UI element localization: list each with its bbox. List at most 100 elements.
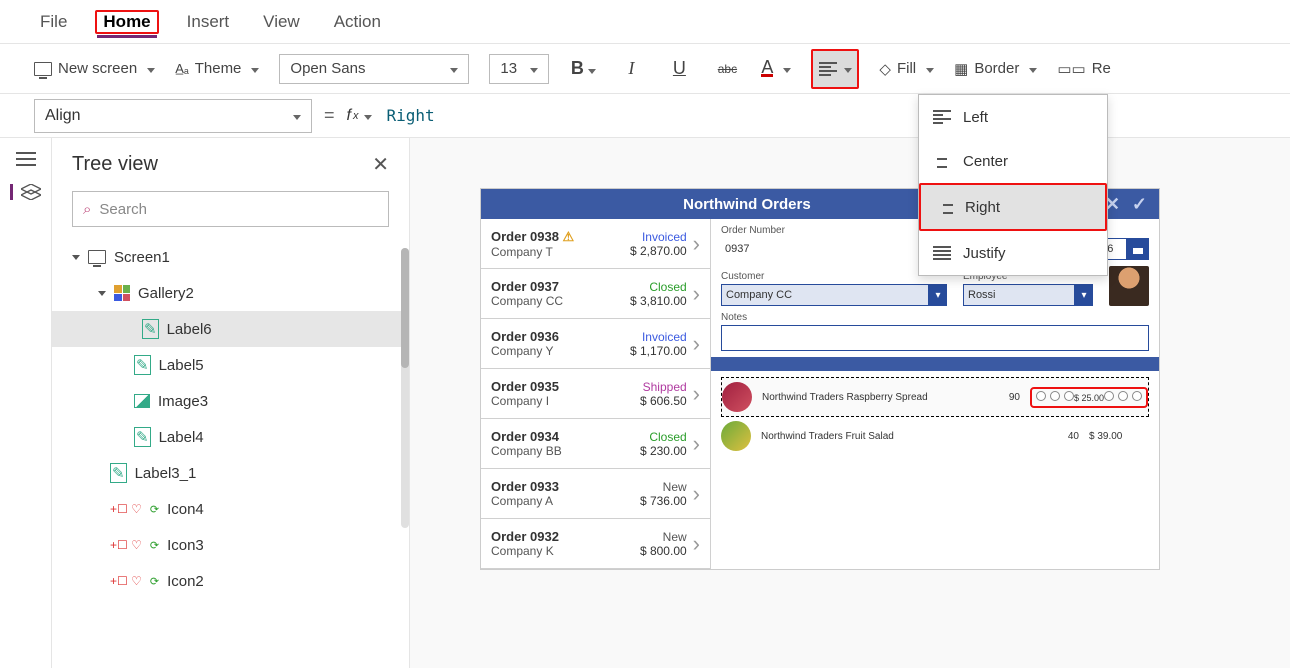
- tree-view-icon[interactable]: [10, 184, 41, 200]
- theme-label: Theme: [195, 60, 242, 77]
- order-row[interactable]: Order 0935Company IShipped$ 606.50›: [481, 369, 710, 419]
- menu-home[interactable]: Home: [97, 8, 156, 38]
- employee-select[interactable]: Rossi: [963, 284, 1075, 306]
- chevron-down-icon[interactable]: ▾: [1075, 284, 1093, 306]
- save-icon[interactable]: ✓: [1132, 194, 1147, 215]
- tree-icon3[interactable]: +☐⟳Icon3: [72, 527, 389, 563]
- strikethrough-button[interactable]: abc: [713, 55, 741, 83]
- customer-label: Customer: [721, 271, 947, 282]
- order-company: Company I: [491, 394, 640, 408]
- tree-label3-1[interactable]: Label3_1: [72, 455, 389, 491]
- bold-button[interactable]: B: [569, 55, 597, 83]
- tree-label: Label5: [159, 357, 204, 374]
- caret-icon: [98, 291, 106, 296]
- reorder-label: Re: [1092, 60, 1111, 77]
- order-name: Order 0938 ⚠: [491, 229, 630, 245]
- order-row[interactable]: Order 0933Company ANew$ 736.00›: [481, 469, 710, 519]
- item-price: $ 25.00: [1074, 393, 1104, 403]
- search-placeholder: Search: [99, 201, 147, 218]
- menu-file[interactable]: File: [34, 8, 73, 36]
- menu-action[interactable]: Action: [328, 8, 387, 36]
- tree-label4[interactable]: Label4: [72, 419, 389, 455]
- order-row[interactable]: Order 0937Company CCClosed$ 3,810.00›: [481, 269, 710, 319]
- tree-image3[interactable]: Image3: [72, 383, 389, 419]
- underline-button[interactable]: U: [665, 55, 693, 83]
- plus-icon: +☐: [110, 574, 142, 588]
- order-row[interactable]: Order 0938 ⚠Company TInvoiced$ 2,870.00›: [481, 219, 710, 269]
- chevron-down-icon: [840, 60, 852, 77]
- plus-icon: +☐: [110, 538, 142, 552]
- align-center-icon: [933, 154, 951, 168]
- tree-label: Icon3: [167, 537, 204, 554]
- caret-icon: [72, 255, 80, 260]
- order-amount: $ 2,870.00: [630, 244, 687, 258]
- order-status: Shipped: [640, 380, 687, 394]
- align-left[interactable]: Left: [919, 95, 1107, 139]
- order-status: Invoiced: [630, 330, 687, 344]
- property-select[interactable]: Align: [34, 99, 312, 133]
- scrollbar[interactable]: [401, 248, 409, 528]
- theme-button[interactable]: A̲ₐ Theme: [175, 60, 259, 77]
- font-color-button[interactable]: A: [761, 60, 791, 77]
- align-right[interactable]: Right: [921, 185, 1105, 229]
- align-justify-icon: [933, 246, 951, 260]
- font-size-select[interactable]: 13: [489, 54, 549, 84]
- order-row[interactable]: Order 0934Company BBClosed$ 230.00›: [481, 419, 710, 469]
- chevron-down-icon: [922, 60, 934, 77]
- order-row[interactable]: Order 0936Company YInvoiced$ 1,170.00›: [481, 319, 710, 369]
- line-item[interactable]: Northwind Traders Raspberry Spread90$ 25…: [721, 377, 1149, 417]
- item-qty: 90: [990, 392, 1020, 403]
- font-color-icon: A: [761, 60, 773, 77]
- highlight-home: Home: [95, 10, 158, 34]
- order-company: Company T: [491, 245, 630, 259]
- align-button[interactable]: [813, 51, 857, 87]
- tree-icon2[interactable]: +☐⟳Icon2: [72, 563, 389, 599]
- align-justify[interactable]: Justify: [919, 231, 1107, 275]
- fill-icon: ◇: [879, 60, 891, 78]
- order-row[interactable]: Order 0932Company KNew$ 800.00›: [481, 519, 710, 569]
- font-select[interactable]: Open Sans: [279, 54, 469, 84]
- menu-view[interactable]: View: [257, 8, 306, 36]
- hamburger-icon[interactable]: [16, 152, 36, 166]
- align-center[interactable]: Center: [919, 139, 1107, 183]
- chevron-down-icon[interactable]: ▾: [929, 284, 947, 306]
- chevron-down-icon: [289, 107, 301, 125]
- item-qty: 40: [1049, 431, 1079, 442]
- label-icon: [134, 355, 151, 375]
- italic-button[interactable]: I: [617, 55, 645, 83]
- order-status: Closed: [630, 280, 687, 294]
- tree-label: Label6: [167, 321, 212, 338]
- image-icon: [134, 394, 150, 408]
- order-company: Company CC: [491, 294, 630, 308]
- order-amount: $ 3,810.00: [630, 294, 687, 308]
- tree-screen1[interactable]: Screen1: [72, 239, 389, 275]
- order-company: Company Y: [491, 344, 630, 358]
- tree-gallery2[interactable]: Gallery2: [72, 275, 389, 311]
- tree-icon4[interactable]: +☐⟳Icon4: [72, 491, 389, 527]
- order-name: Order 0935: [491, 379, 640, 394]
- close-icon[interactable]: ✕: [372, 152, 389, 177]
- selected-label-handles[interactable]: $ 25.00: [1030, 387, 1148, 408]
- search-input[interactable]: ⌕ Search: [72, 191, 389, 227]
- align-left-label: Left: [963, 109, 988, 126]
- fill-button[interactable]: ◇ Fill: [879, 60, 934, 78]
- tree-label5[interactable]: Label5: [72, 347, 389, 383]
- customer-select[interactable]: Company CC: [721, 284, 929, 306]
- line-item[interactable]: Northwind Traders Fruit Salad40$ 39.00: [721, 417, 1149, 455]
- chevron-down-icon: [779, 60, 791, 77]
- new-screen-button[interactable]: New screen: [34, 60, 155, 77]
- fx-button[interactable]: fx: [347, 107, 373, 125]
- align-right-label: Right: [965, 199, 1000, 216]
- formula-input[interactable]: Right: [386, 106, 434, 125]
- reorder-button[interactable]: ▭▭ Re: [1057, 60, 1111, 78]
- tree-label6[interactable]: Label6: [52, 311, 409, 347]
- notes-field[interactable]: [721, 325, 1149, 351]
- order-list: Order 0938 ⚠Company TInvoiced$ 2,870.00›…: [481, 219, 711, 569]
- calendar-icon[interactable]: [1127, 238, 1149, 260]
- align-justify-label: Justify: [963, 245, 1006, 262]
- canvas: Northwind Orders ↶ ＋ 🗑 ✕ ✓ Order 0938 ⚠C…: [410, 138, 1290, 668]
- menu-insert[interactable]: Insert: [181, 8, 236, 36]
- chevron-right-icon: ›: [693, 381, 700, 407]
- align-center-label: Center: [963, 153, 1008, 170]
- border-button[interactable]: ▦ Border: [954, 60, 1037, 78]
